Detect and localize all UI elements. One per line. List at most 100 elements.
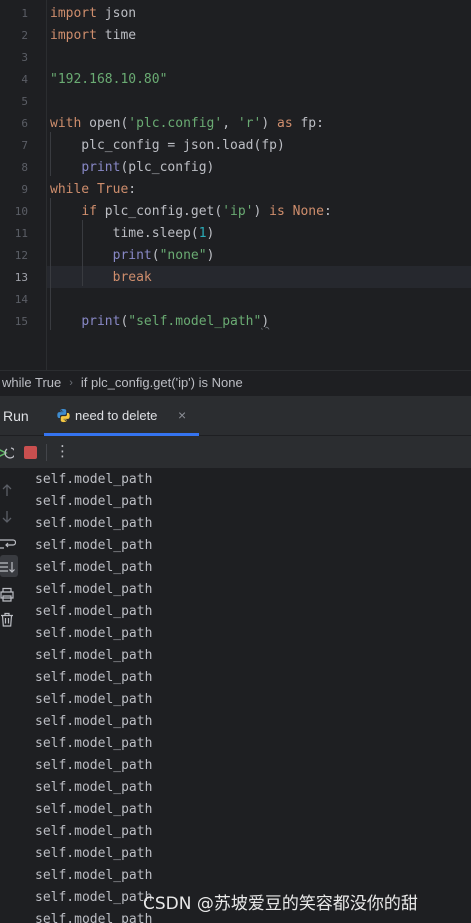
code-token: ( — [151, 248, 160, 263]
code-token: : — [323, 204, 332, 219]
code-line[interactable]: plc_config = json.load(fp) — [50, 135, 285, 157]
console-output-line: self.model_path — [35, 538, 153, 553]
trash-icon[interactable] — [0, 612, 16, 628]
run-tool-window-header: Run need to delete × — [0, 395, 471, 436]
code-token: while — [50, 182, 90, 197]
code-token: : — [128, 182, 137, 197]
code-token: None — [292, 204, 324, 219]
console-output-line: self.model_path — [35, 472, 153, 487]
code-token: json — [96, 6, 137, 21]
code-token: is — [269, 204, 285, 219]
code-token: ) — [253, 204, 270, 219]
code-token: ) — [206, 248, 215, 263]
close-icon[interactable]: × — [178, 407, 186, 423]
stop-icon[interactable] — [24, 446, 37, 459]
console-output-line: self.model_path — [35, 890, 153, 905]
code-editor[interactable]: 1 2 3 4 5 6 7 8 9 10 11 12 13 14 15 import json import … — [0, 0, 471, 370]
console-output-line: self.model_path — [35, 604, 153, 619]
code-token: 'r' — [237, 116, 262, 131]
code-token: import — [50, 6, 97, 21]
code-line[interactable]: time.sleep(1) — [50, 223, 215, 245]
code-token: (plc_config) — [120, 160, 215, 175]
run-console[interactable]: self.model_path self.model_path self.model… — [0, 469, 471, 923]
code-line[interactable]: print(plc_config) — [50, 157, 214, 179]
code-token: ) — [206, 226, 215, 241]
code-token: with — [50, 116, 82, 131]
print-icon[interactable] — [0, 587, 16, 603]
run-tab-need-to-delete[interactable]: need to delete × — [44, 396, 199, 436]
run-tab-label: need to delete — [75, 408, 158, 423]
code-token: plc_config.get( — [96, 204, 223, 219]
line-number: 2 — [21, 29, 28, 42]
breadcrumb-item-if[interactable]: if plc_config.get('ip') is None — [81, 375, 243, 390]
code-line[interactable]: while True: — [50, 179, 136, 201]
line-number: 13 — [14, 271, 28, 284]
code-token: as — [277, 116, 293, 131]
code-token: 'ip' — [222, 204, 254, 219]
more-icon[interactable]: ⋮ — [55, 442, 70, 460]
code-token: break — [112, 270, 152, 285]
code-line[interactable]: if plc_config.get('ip') is None: — [50, 201, 332, 223]
code-token: ) — [261, 314, 270, 329]
breadcrumb: while True › if plc_config.get('ip') is … — [0, 370, 471, 394]
line-number: 15 — [14, 315, 28, 328]
code-token: "self.model_path" — [128, 314, 262, 329]
code-token: 'plc.config' — [128, 116, 223, 131]
line-number: 12 — [14, 249, 28, 262]
code-token: "none" — [159, 248, 207, 263]
code-line[interactable]: import json — [50, 3, 136, 25]
arrow-up-icon[interactable] — [0, 482, 16, 498]
scroll-to-end-icon[interactable] — [0, 559, 16, 575]
line-number: 1 — [21, 7, 28, 20]
run-toolbar: ⋮ — [0, 436, 471, 469]
code-line[interactable]: print("none") — [50, 245, 215, 267]
code-token: True — [96, 182, 129, 197]
code-line[interactable]: print("self.model_path") — [50, 311, 269, 333]
code-token: print — [81, 314, 121, 329]
code-token: plc_config = json.load(fp) — [50, 138, 285, 153]
code-line[interactable]: import time — [50, 25, 136, 47]
console-side-toolbar — [0, 469, 20, 923]
console-output-line: self.model_path — [35, 648, 153, 663]
breadcrumb-item-while[interactable]: while True — [2, 375, 61, 390]
code-token: 1 — [198, 226, 207, 241]
rerun-icon[interactable] — [0, 445, 16, 459]
code-token: open( — [81, 116, 129, 131]
console-output-line: self.model_path — [35, 670, 153, 685]
code-token: "192.168.10.80" — [50, 72, 168, 87]
console-output-line: self.model_path — [35, 560, 153, 575]
code-token: if — [81, 204, 97, 219]
console-output-line: self.model_path — [35, 868, 153, 883]
line-number: 8 — [21, 161, 28, 174]
console-output-line: self.model_path — [35, 692, 153, 707]
arrow-down-icon[interactable] — [0, 509, 16, 525]
line-number: 7 — [21, 139, 28, 152]
console-output-line: self.model_path — [35, 494, 153, 509]
soft-wrap-icon[interactable] — [0, 536, 17, 552]
console-output-line: self.model_path — [35, 582, 153, 597]
console-output-line: self.model_path — [35, 912, 153, 923]
line-number: 6 — [21, 117, 28, 130]
code-token: print — [112, 248, 152, 263]
watermark: CSDN @苏坡爱豆的笑容都没你的甜 — [143, 894, 418, 914]
line-number-gutter: 1 2 3 4 5 6 7 8 9 10 11 12 13 14 15 — [0, 0, 47, 370]
console-output-line: self.model_path — [35, 516, 153, 531]
code-line[interactable]: "192.168.10.80" — [50, 69, 167, 91]
console-output-line: self.model_path — [35, 824, 153, 839]
line-number: 3 — [21, 51, 28, 64]
line-number: 14 — [14, 293, 28, 306]
code-token: , — [222, 116, 238, 131]
code-line[interactable]: with open('plc.config', 'r') as fp: — [50, 113, 324, 135]
python-icon — [56, 408, 71, 423]
line-number: 4 — [21, 73, 28, 86]
console-output-line: self.model_path — [35, 780, 153, 795]
code-line[interactable]: break — [50, 267, 152, 289]
line-number: 5 — [21, 95, 28, 108]
console-output-line: self.model_path — [35, 736, 153, 751]
